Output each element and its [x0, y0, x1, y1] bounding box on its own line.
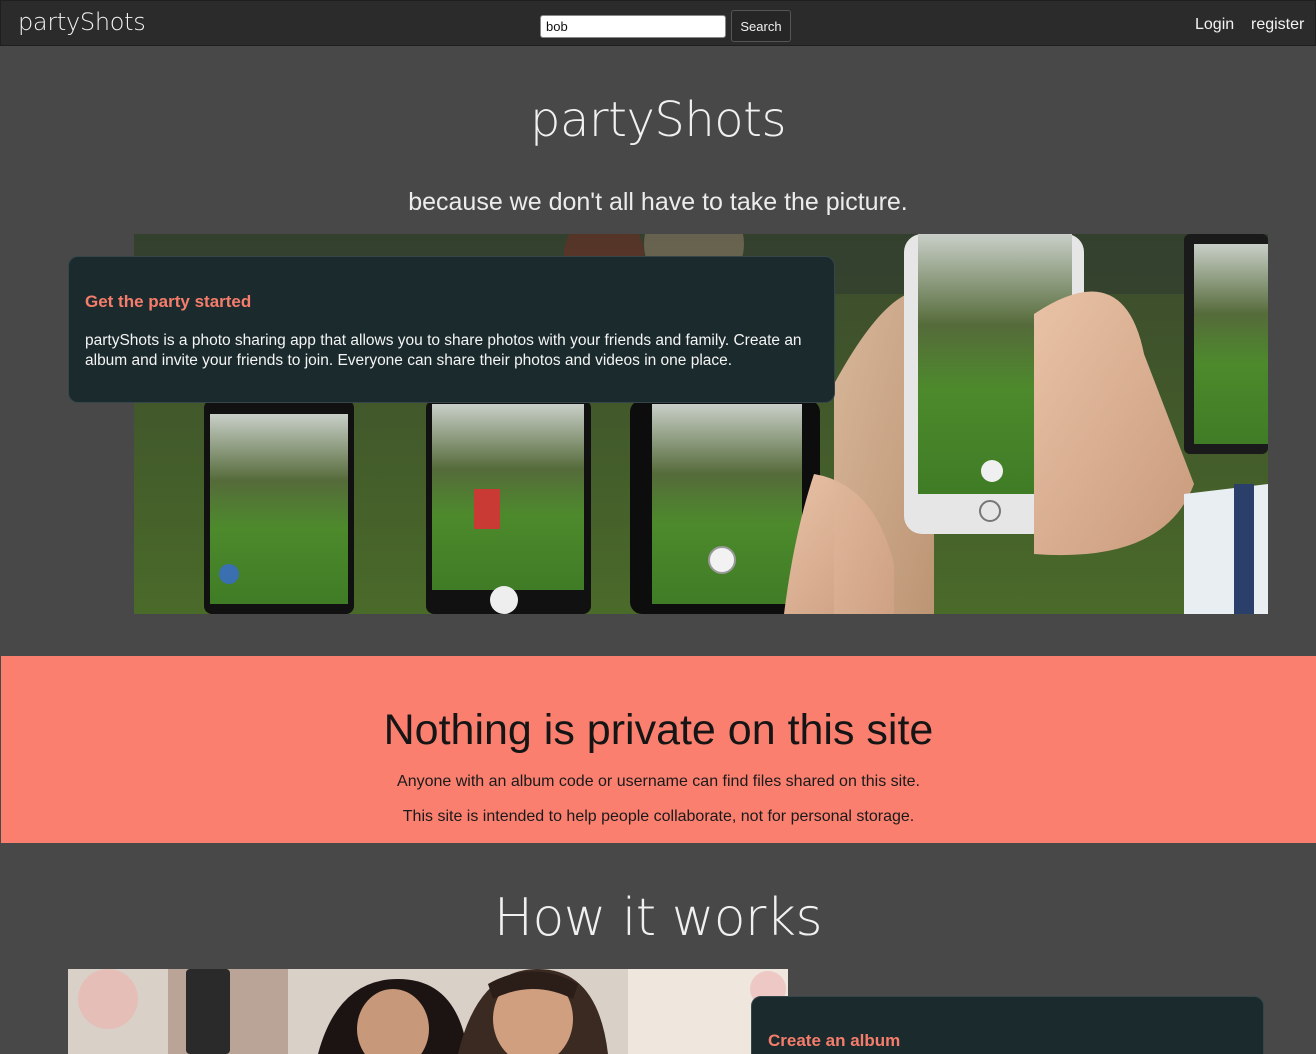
login-link[interactable]: Login [1195, 16, 1234, 34]
search-button[interactable]: Search [731, 10, 791, 42]
how-it-works-title: How it works [493, 888, 823, 948]
register-link[interactable]: register [1251, 16, 1304, 34]
intro-card-title: Get the party started [85, 292, 252, 311]
hero-title: partyShots [530, 92, 786, 148]
search-input[interactable] [540, 15, 726, 38]
intro-card: Get the party started partyShots is a ph… [68, 256, 835, 403]
intro-card-body: partyShots is a photo sharing app that a… [85, 332, 802, 369]
privacy-notice-line-2: This site is intended to help people col… [402, 808, 915, 825]
privacy-notice-title: Nothing is private on this site [383, 706, 934, 754]
navbar: partyShots Search Login register [0, 0, 1316, 46]
hero-tagline: because we don't all have to take the pi… [408, 188, 908, 216]
step-card-title: Create an album [768, 1031, 901, 1050]
privacy-notice: Nothing is private on this site Anyone w… [1, 656, 1316, 843]
how-it-works-photo [68, 969, 788, 1054]
brand-link[interactable]: partyShots [18, 8, 146, 36]
couple-selfie-photo-image [68, 969, 788, 1054]
page: partyShots Search Login register partySh… [0, 0, 1316, 1054]
privacy-notice-line-1: Anyone with an album code or username ca… [397, 773, 920, 790]
step-card-create-album: Create an album [751, 996, 1264, 1054]
